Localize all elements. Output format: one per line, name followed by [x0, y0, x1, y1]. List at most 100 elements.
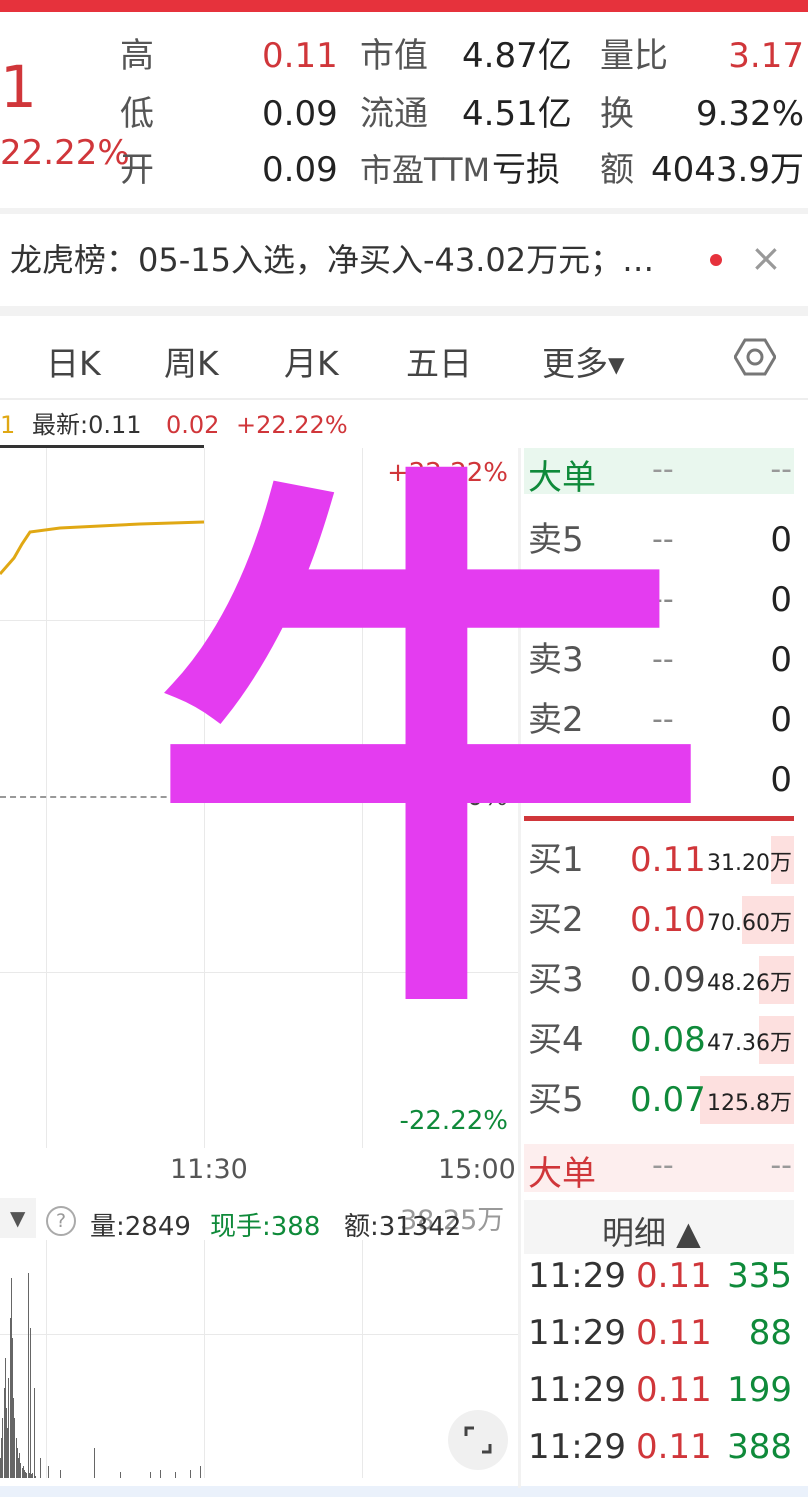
tick-volume: 388	[727, 1427, 792, 1467]
volume-ratio-label: 量比	[600, 36, 668, 76]
high-value: 0.11	[262, 36, 338, 76]
ask-level-label: 卖2	[528, 700, 584, 740]
tick-time: 11:29	[528, 1427, 626, 1467]
volume-bar	[48, 1466, 49, 1478]
tick-price: 0.11	[636, 1427, 712, 1467]
volume-bar	[175, 1472, 176, 1478]
open-value: 0.09	[262, 150, 338, 190]
volume-bar	[150, 1472, 151, 1478]
ask-volume: 0	[770, 760, 792, 800]
tick-time: 11:29	[528, 1256, 626, 1296]
notice-text: 龙虎榜：05-15入选，净买入-43.02万元；…	[10, 241, 655, 279]
bid-row: 买4 0.08 47.36万	[524, 1016, 794, 1064]
volume-bar	[40, 1458, 41, 1478]
bid-row: 买1 0.11 31.20万	[524, 836, 794, 884]
ask-price: --	[652, 582, 674, 617]
tick-time: 11:29	[528, 1370, 626, 1410]
current-hand-label: 现手:388	[210, 1212, 321, 1242]
open-label: 开	[120, 150, 154, 190]
close-icon[interactable]: ×	[750, 236, 782, 280]
bid-row: 买2 0.10 70.60万	[524, 896, 794, 944]
bid-volume: 47.36万	[707, 1031, 792, 1056]
tick-volume: 335	[727, 1256, 792, 1296]
bid-level-label: 买5	[528, 1080, 584, 1120]
bid-level-label: 买1	[528, 840, 584, 880]
volume-bar	[28, 1273, 29, 1478]
fullscreen-button[interactable]	[448, 1410, 508, 1470]
divider	[0, 398, 808, 400]
volume-bar	[120, 1472, 121, 1478]
help-icon[interactable]: ?	[46, 1206, 76, 1236]
big-order-footer: 大单 -- --	[524, 1144, 794, 1194]
volume-label: 量:2849	[90, 1212, 191, 1242]
bid-volume: 48.26万	[707, 971, 792, 996]
ask-price: --	[652, 702, 674, 737]
float-label: 流通	[360, 94, 428, 134]
chart-change: 0.02	[166, 411, 220, 439]
indicator-dropdown[interactable]: ▼	[0, 1198, 36, 1238]
big-order-label: 大单	[528, 458, 596, 498]
ask-row: 卖3 -- 0	[524, 640, 794, 680]
tab-month-k[interactable]: 月K	[284, 337, 339, 385]
big-order-value-b: --	[770, 452, 792, 487]
volume-bar	[30, 1328, 31, 1478]
volume-bar	[160, 1470, 161, 1478]
ask-volume: 0	[770, 700, 792, 740]
amount-label: 额	[600, 150, 634, 190]
time-label-1500: 15:00	[438, 1154, 516, 1185]
tick-volume: 199	[727, 1370, 792, 1410]
high-label: 高	[120, 36, 154, 76]
tab-week-k[interactable]: 周K	[164, 337, 219, 385]
market-cap-value: 4.87亿	[462, 36, 572, 76]
time-label-1130: 11:30	[170, 1154, 248, 1185]
top-accent-bar	[0, 0, 808, 12]
bottom-bar	[0, 1486, 808, 1497]
tick-row: 11:29 0.11 335	[524, 1256, 794, 1296]
detail-toggle[interactable]: 明细 ▲	[524, 1200, 794, 1254]
gear-icon[interactable]	[733, 336, 777, 378]
divider	[0, 306, 808, 316]
tick-price: 0.11	[636, 1370, 712, 1410]
bid-price: 0.08	[630, 1020, 706, 1060]
volume-chart[interactable]	[0, 1240, 518, 1478]
tick-row: 11:29 0.11 199	[524, 1370, 794, 1410]
tab-day-k[interactable]: 日K	[46, 337, 101, 385]
change-percent: 22.22%	[0, 133, 130, 173]
low-label: 低	[120, 94, 154, 134]
tab-five-day[interactable]: 五日	[406, 337, 472, 385]
bid-price: 0.07	[630, 1080, 706, 1120]
zero-pct-label: 0.00%	[425, 782, 508, 812]
chart-change-pct: +22.22%	[236, 411, 348, 439]
chevron-down-icon: ▼	[10, 1206, 26, 1230]
bid-volume: 31.20万	[707, 851, 792, 876]
turnover-label: 换	[600, 94, 634, 134]
volume-bar	[60, 1470, 61, 1478]
amount-value: 4043.9万	[651, 150, 804, 190]
bid-level-label: 买2	[528, 900, 584, 940]
dragon-tiger-notice[interactable]: 龙虎榜：05-15入选，净买入-43.02万元；… ×	[0, 214, 808, 306]
bid-price: 0.11	[630, 840, 706, 880]
spread-divider	[524, 816, 794, 821]
tick-row: 11:29 0.11 388	[524, 1427, 794, 1467]
top-pct-label: +22.22%	[387, 458, 508, 488]
bottom-pct-label: -22.22%	[399, 1106, 508, 1136]
ask-level-label: 卖5	[528, 520, 584, 560]
intraday-chart[interactable]: +22.22% 0.00% -22.22%	[0, 448, 518, 1148]
ask-volume: 0	[770, 520, 792, 560]
tab-more[interactable]: 更多▾	[542, 337, 625, 385]
pe-value: 亏损	[492, 150, 560, 190]
divider	[518, 448, 521, 1488]
ask-level-label: 卖1	[528, 760, 584, 800]
ma-legend-partial: 1	[0, 411, 16, 439]
low-value: 0.09	[262, 94, 338, 134]
ask-price: --	[652, 522, 674, 557]
volume-bar	[190, 1470, 191, 1478]
turnover-value: 9.32%	[695, 94, 804, 134]
volume-ratio-value: 3.17	[728, 36, 804, 76]
tick-row: 11:29 0.11 88	[524, 1313, 794, 1353]
big-order-value-b: --	[770, 1148, 792, 1183]
ask-level-label: 卖3	[528, 640, 584, 680]
tick-volume: 88	[748, 1313, 792, 1353]
volume-bar	[34, 1388, 35, 1478]
bid-level-label: 买4	[528, 1020, 584, 1060]
